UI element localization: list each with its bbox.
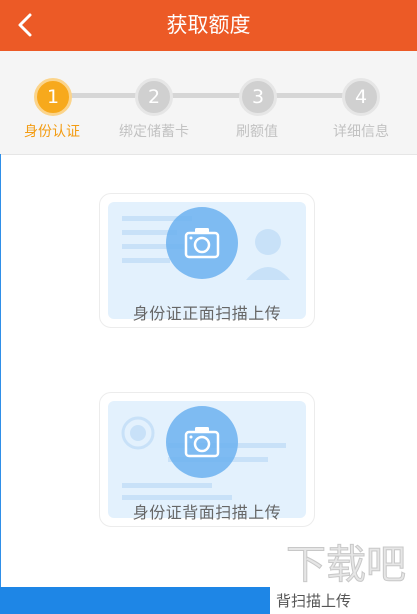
camera-icon (184, 427, 220, 458)
id-back-upload-card[interactable]: 身份证背面扫描上传 (99, 392, 315, 527)
app-header: 获取额度 (0, 0, 417, 51)
step-2-indicator: 2 (135, 78, 173, 116)
id-front-upload-card[interactable]: 身份证正面扫描上传 (99, 193, 315, 328)
id-back-caption: 身份证背面扫描上传 (132, 503, 282, 522)
step-1-indicator: 1 (34, 78, 72, 116)
step-1-label: 身份认证 (24, 124, 80, 140)
id-front-caption: 身份证正面扫描上传 (132, 304, 282, 323)
watermark-logo: 下载吧 (286, 542, 407, 589)
stepper-track (54, 93, 362, 98)
step-2-label: 绑定储蓄卡 (119, 124, 189, 140)
step-4-indicator: 4 (342, 78, 380, 116)
step-4-label: 详细信息 (333, 124, 389, 140)
edge-divider (0, 154, 1, 614)
watermark-text: 下载吧 (286, 542, 406, 588)
camera-icon (184, 228, 220, 259)
front-camera-button (166, 207, 238, 279)
back-camera-button (166, 406, 238, 478)
step-3-label: 刷额值 (236, 124, 278, 140)
step-3-indicator: 3 (239, 78, 277, 116)
bottom-partial-text: 背扫描上传 (276, 592, 352, 610)
progress-stepper: 1 身份认证 2 绑定储蓄卡 3 刷额值 4 详细信息 (0, 51, 417, 155)
bottom-action-bar[interactable] (0, 587, 270, 614)
page-title: 获取额度 (166, 13, 251, 37)
